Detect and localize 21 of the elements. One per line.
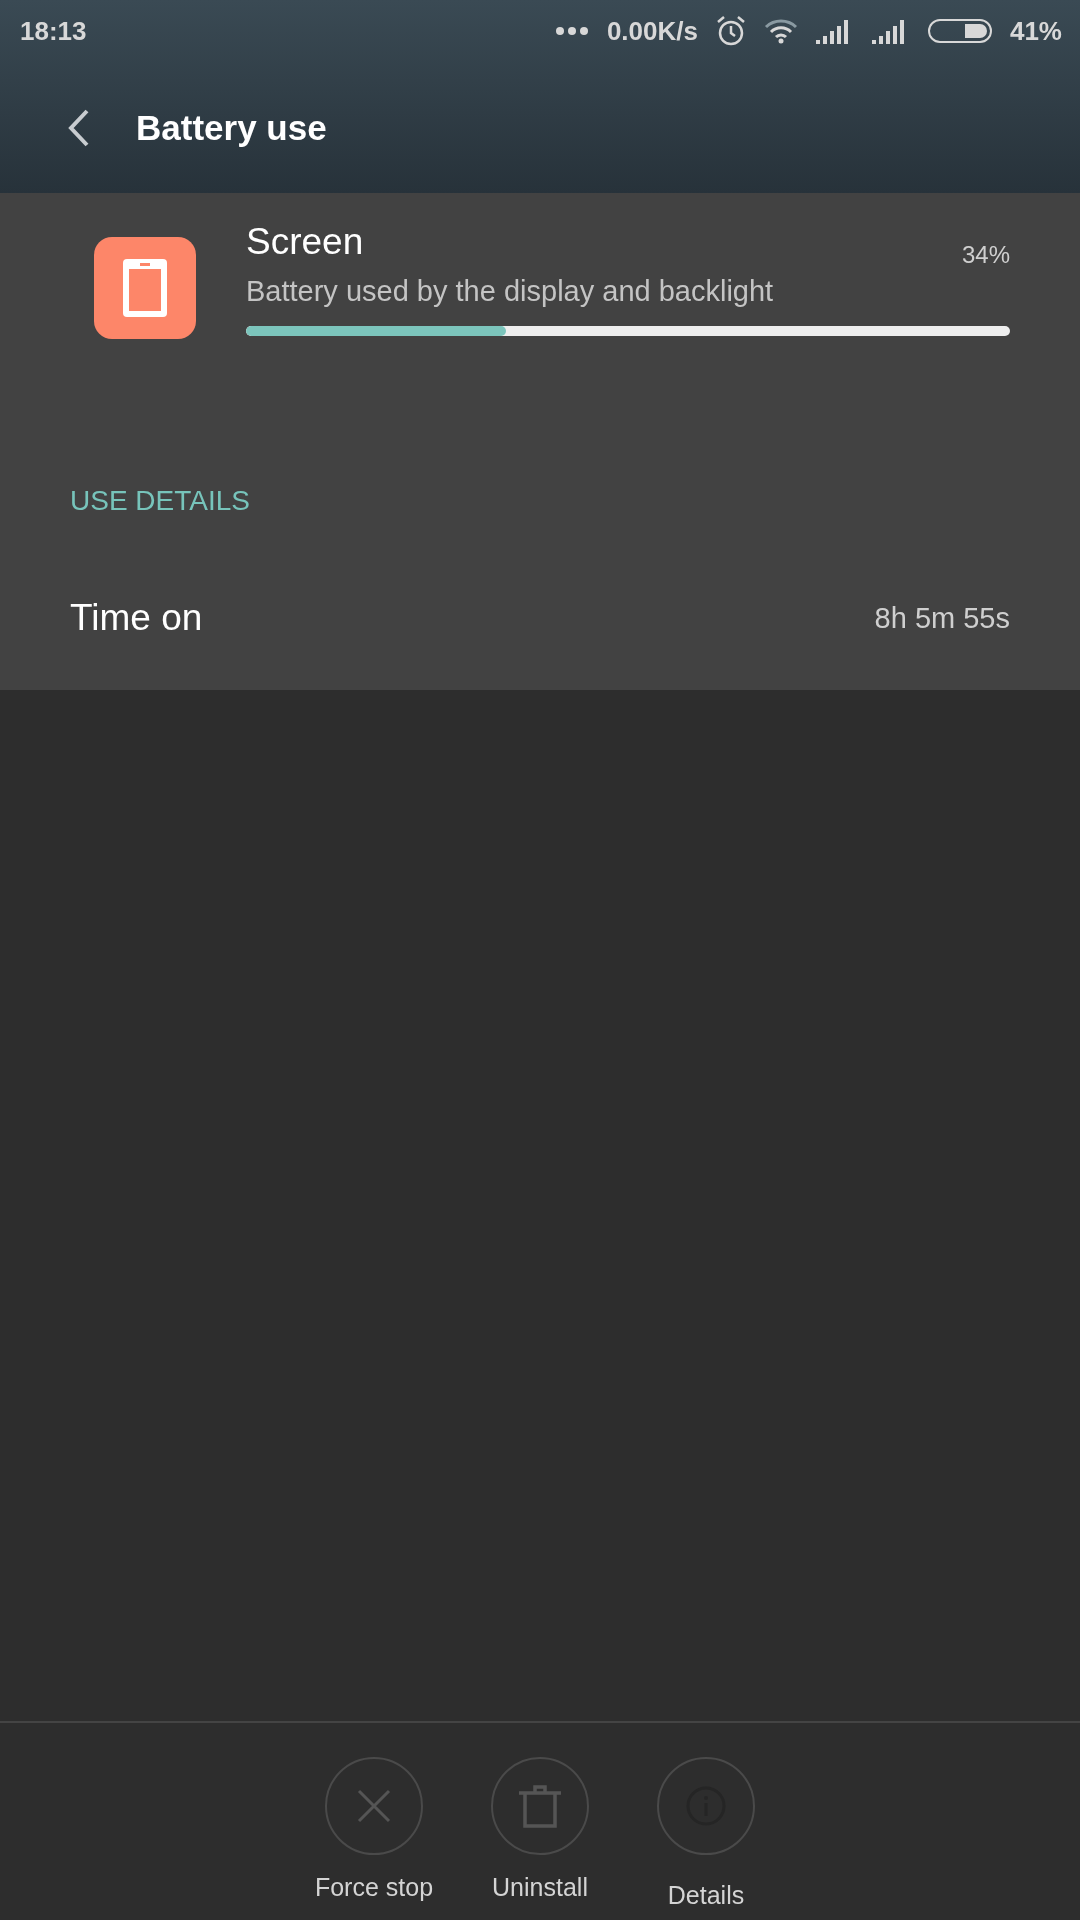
network-speed: 0.00K/s	[606, 15, 698, 47]
more-dots-icon	[554, 26, 589, 36]
detail-label: Time on	[70, 597, 203, 639]
app-name: Screen	[246, 221, 364, 263]
back-icon[interactable]	[68, 108, 90, 147]
battery-icon	[927, 19, 992, 43]
app-description: Battery used by the display and backlight	[246, 275, 775, 308]
uninstall-button[interactable]: Uninstall	[479, 1757, 601, 1920]
details-button[interactable]: Details	[645, 1757, 767, 1920]
force-stop-button[interactable]: Force stop	[313, 1757, 435, 1920]
app-icon	[94, 237, 196, 339]
wifi-icon	[763, 18, 798, 44]
section-heading: USE DETAILS	[70, 485, 251, 517]
battery-percent: 41%	[1009, 15, 1062, 47]
close-icon	[356, 1788, 392, 1824]
detail-value: 8h 5m 55s	[874, 601, 1010, 635]
status-time: 18:13	[20, 15, 87, 47]
page-title: Battery use	[136, 107, 327, 148]
trash-icon	[517, 1784, 563, 1828]
alarm-icon	[715, 15, 746, 47]
usage-percent: 34%	[961, 241, 1010, 269]
